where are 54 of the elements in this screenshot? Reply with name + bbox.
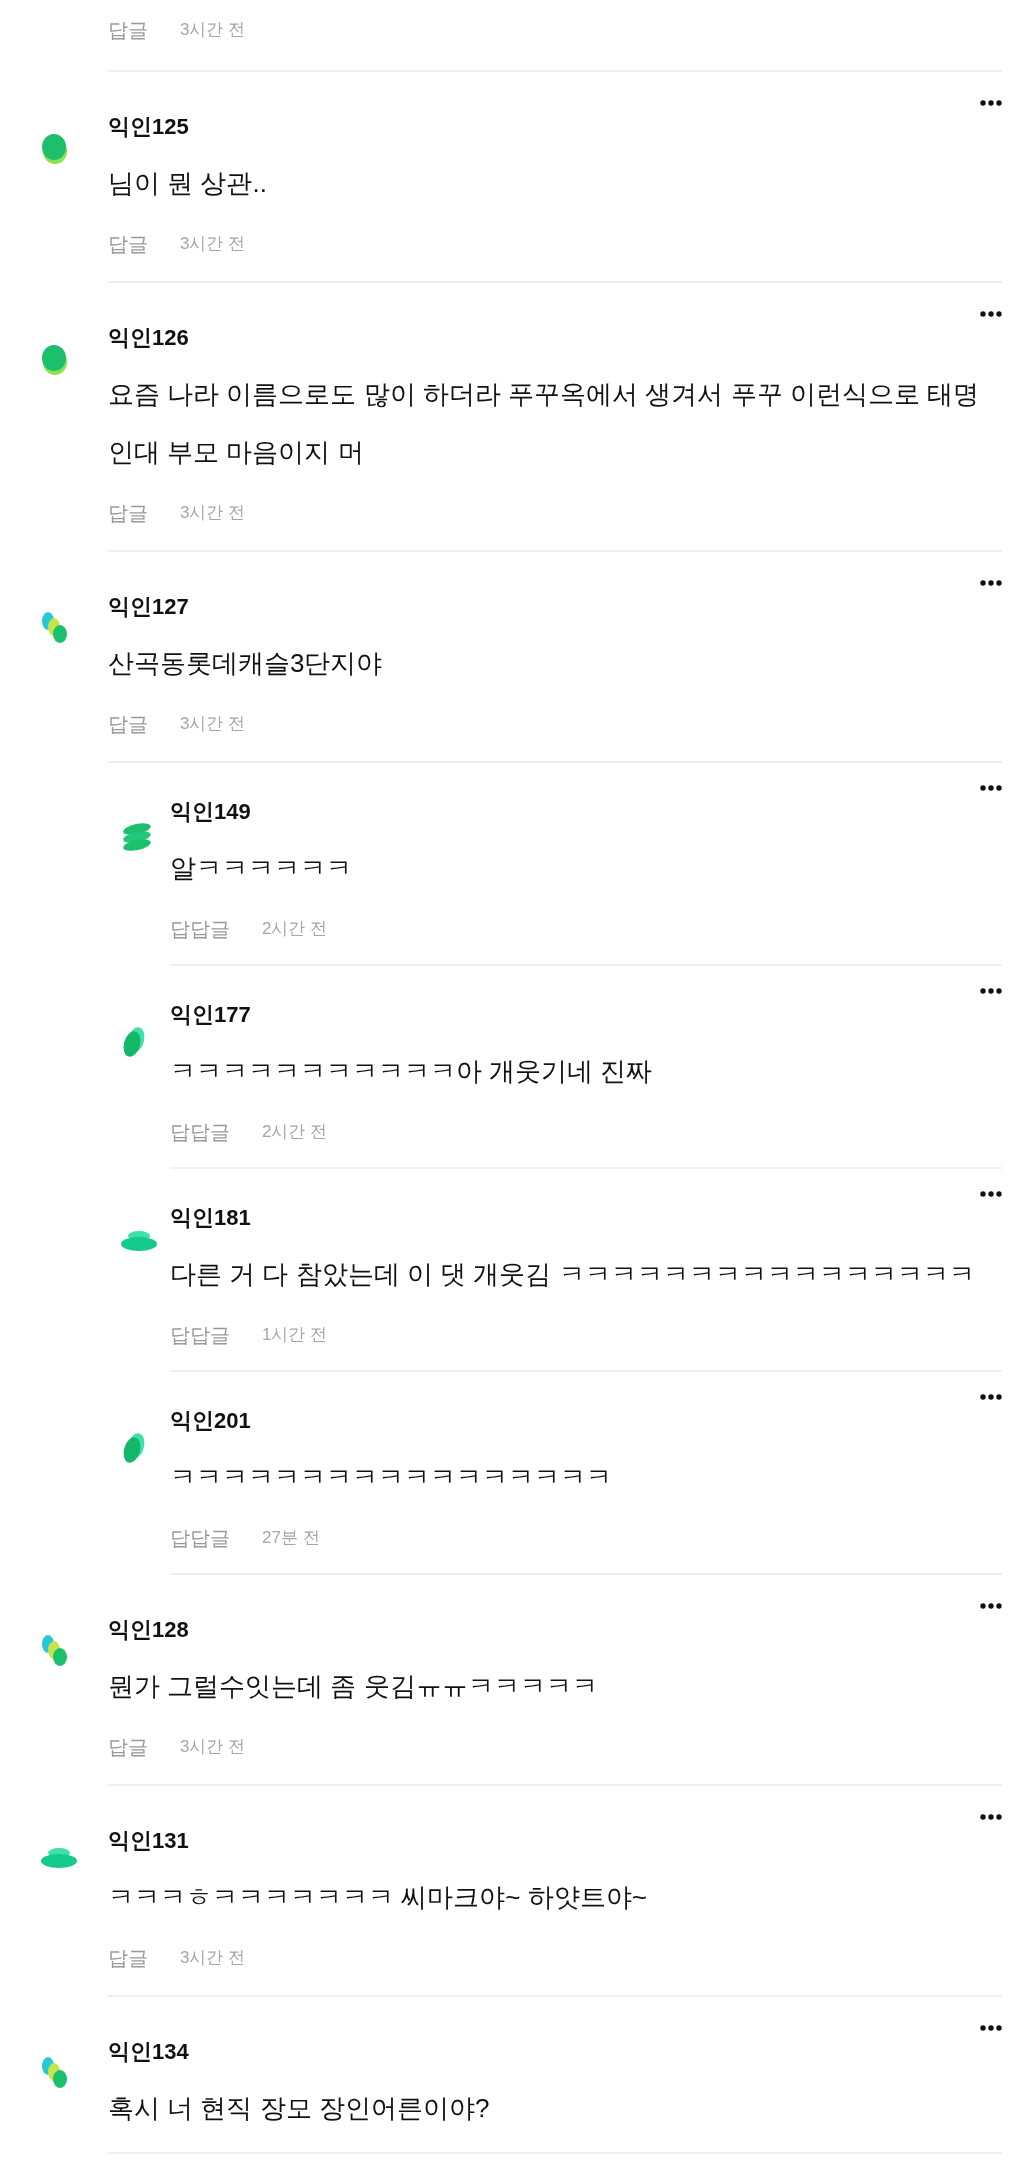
comment-text: ㅋㅋㅋㅋㅋㅋㅋㅋㅋㅋㅋ아 개웃기네 진짜 — [170, 1055, 654, 1088]
reply-link[interactable]: 답답글 — [170, 1320, 230, 1350]
commenter-name: 익인131 — [108, 1827, 189, 1855]
avatar-icon — [40, 1633, 70, 1669]
comment-time: 27분 전 — [262, 1527, 320, 1549]
more-icon[interactable] — [980, 1191, 1002, 1197]
reply-link[interactable]: 답글 — [108, 1943, 148, 1973]
comment-time: 3시간 전 — [180, 713, 246, 735]
comment-time: 2시간 전 — [262, 918, 328, 940]
comment-time: 3시간 전 — [180, 1736, 246, 1758]
comment-text: 산곡동롯데캐슬3단지야 — [108, 647, 384, 680]
comment-time: 2시간 전 — [262, 1121, 328, 1143]
commenter-name: 익인149 — [170, 798, 251, 826]
reply-link[interactable]: 답답글 — [170, 1117, 230, 1147]
more-icon[interactable] — [980, 580, 1002, 586]
more-icon[interactable] — [980, 100, 1002, 106]
commenter-name: 익인125 — [108, 113, 189, 141]
comment-time: 3시간 전 — [180, 19, 246, 41]
comment-text: 알ㅋㅋㅋㅋㅋㅋ — [170, 852, 353, 885]
reply-link[interactable]: 답답글 — [170, 914, 230, 944]
commenter-name: 익인181 — [170, 1204, 251, 1232]
commenter-name: 익인134 — [108, 2038, 189, 2066]
avatar-icon — [120, 821, 154, 853]
more-icon[interactable] — [980, 311, 1002, 317]
commenter-name: 익인126 — [108, 324, 189, 352]
commenter-name: 익인128 — [108, 1616, 189, 1644]
avatar-icon — [40, 610, 70, 646]
reply-link[interactable]: 답글 — [108, 1732, 148, 1762]
comment-time: 3시간 전 — [180, 233, 246, 255]
more-icon[interactable] — [980, 1814, 1002, 1820]
commenter-name: 익인177 — [170, 1001, 251, 1029]
comment-text: 뭔가 그럴수잇는데 좀 웃김ㅠㅠㅋㅋㅋㅋㅋ — [108, 1670, 599, 1703]
reply-link[interactable]: 답답글 — [170, 1523, 230, 1553]
commenter-name: 익인127 — [108, 593, 189, 621]
comment-text: 님이 뭔 상관.. — [108, 167, 268, 200]
more-icon[interactable] — [980, 1394, 1002, 1400]
comment-text: 혹시 너 현직 장모 장인어른이야? — [108, 2092, 491, 2125]
comment-time: 1시간 전 — [262, 1324, 328, 1346]
comment-text: 다른 거 다 참았는데 이 댓 개웃김 ㅋㅋㅋㅋㅋㅋㅋㅋㅋㅋㅋㅋㅋㅋㅋㅋ — [170, 1258, 976, 1291]
comment-time: 3시간 전 — [180, 502, 246, 524]
more-icon[interactable] — [980, 2025, 1002, 2031]
reply-link[interactable]: 답글 — [108, 709, 148, 739]
commenter-name: 익인201 — [170, 1407, 251, 1435]
reply-link[interactable]: 답글 — [108, 15, 148, 45]
reply-link[interactable]: 답글 — [108, 498, 148, 528]
more-icon[interactable] — [980, 988, 1002, 994]
more-icon[interactable] — [980, 1603, 1002, 1609]
comment-text: ㅋㅋㅋㅋㅋㅋㅋㅋㅋㅋㅋㅋㅋㅋㅋㅋㅋ — [170, 1461, 613, 1494]
comment-text: ㅋㅋㅋㅎㅋㅋㅋㅋㅋㅋㅋ 씨마크야~ 하얏트야~ — [108, 1881, 648, 1914]
avatar-icon — [40, 2055, 70, 2091]
reply-link[interactable]: 답글 — [108, 229, 148, 259]
more-icon[interactable] — [980, 785, 1002, 791]
comment-text: 요즘 나라 이름으로도 많이 하더라 푸꾸옥에서 생겨서 푸꾸 이런식으로 태명인대 부모 마음이지 머 — [108, 378, 980, 469]
comment-time: 3시간 전 — [180, 1947, 246, 1969]
